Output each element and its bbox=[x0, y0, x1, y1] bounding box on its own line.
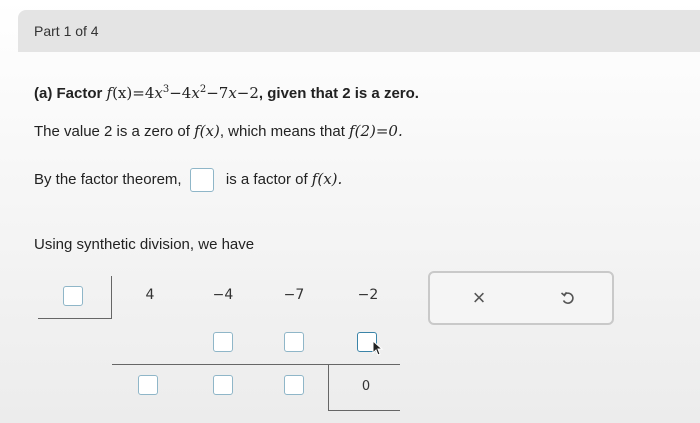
coefficient-1: 4 bbox=[145, 287, 155, 303]
undo-button[interactable] bbox=[554, 285, 582, 311]
factor-theorem-line: By the factor theorem, is a factor of f(… bbox=[34, 168, 342, 192]
synthetic-intro-text: Using synthetic division, we have bbox=[34, 236, 255, 253]
middle-row-box-1[interactable] bbox=[213, 332, 233, 352]
remainder-bracket bbox=[328, 364, 330, 410]
arg: (x) bbox=[112, 84, 133, 102]
answer-actions-panel: × bbox=[428, 271, 614, 325]
tail: −2 bbox=[236, 84, 259, 102]
factor-answer-box[interactable] bbox=[189, 168, 214, 192]
result-box-2[interactable] bbox=[213, 375, 233, 395]
part-header-bar: Part 1 of 4 bbox=[18, 10, 700, 52]
line2-middle: , which means that bbox=[219, 123, 350, 140]
line3-suffix: is a factor of bbox=[225, 170, 312, 188]
coefficient-3: −7 bbox=[283, 287, 305, 303]
undo-icon bbox=[560, 291, 574, 304]
line2-prefix: The value 2 is a zero of bbox=[34, 123, 195, 140]
x1: x bbox=[154, 84, 163, 102]
divisor-bracket bbox=[111, 276, 113, 319]
remainder-underline bbox=[328, 410, 400, 412]
problem-statement: (a) Factor f(x)=4x3−4x2−7x−2, given that… bbox=[34, 84, 419, 102]
result-line bbox=[112, 364, 400, 366]
problem-label: (a) Factor bbox=[34, 85, 107, 102]
line3-prefix: By the factor theorem, bbox=[34, 170, 182, 188]
zero-explanation: The value 2 is a zero of f(x), which mea… bbox=[34, 122, 403, 140]
coefficient-4: −2 bbox=[357, 287, 379, 303]
result-box-3[interactable] bbox=[284, 375, 304, 395]
line2-f2: f(2)=0. bbox=[349, 122, 403, 140]
rest: −7 bbox=[206, 84, 229, 102]
line3-fx: f(x). bbox=[311, 169, 343, 188]
clear-button[interactable]: × bbox=[465, 285, 493, 311]
part-label: Part 1 of 4 bbox=[34, 23, 99, 39]
close-icon: × bbox=[472, 285, 486, 310]
problem-suffix: , given that 2 is a zero. bbox=[258, 85, 419, 102]
middle-row-box-2[interactable] bbox=[284, 332, 304, 352]
eq-part: =4 bbox=[132, 84, 155, 102]
mid1: −4 bbox=[169, 84, 192, 102]
result-box-1[interactable] bbox=[138, 375, 158, 395]
line2-fx: f(x) bbox=[194, 122, 220, 140]
coefficient-2: −4 bbox=[212, 287, 234, 303]
x3: x bbox=[228, 84, 237, 102]
mouse-cursor-icon bbox=[372, 340, 384, 356]
remainder-value: 0 bbox=[361, 379, 371, 394]
divisor-underline bbox=[38, 318, 112, 320]
divisor-answer-box[interactable] bbox=[63, 286, 83, 306]
x2: x bbox=[191, 84, 200, 102]
synthetic-intro: Using synthetic division, we have bbox=[34, 236, 254, 253]
